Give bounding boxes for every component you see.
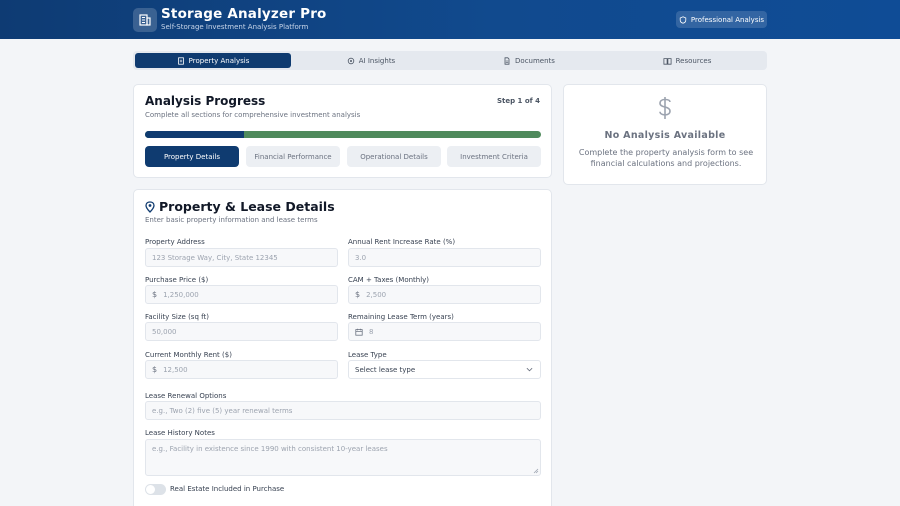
professional-analysis-button[interactable]: Professional Analysis — [676, 11, 767, 28]
progress-title: Analysis Progress — [145, 94, 266, 108]
shield-icon — [679, 15, 687, 24]
lease-term-input[interactable]: 8 — [348, 322, 541, 341]
facility-size-placeholder: 50,000 — [152, 327, 177, 336]
form-title: Property & Lease Details — [159, 199, 335, 214]
step-property-details[interactable]: Property Details — [145, 146, 239, 167]
cam-taxes-input[interactable]: $ 2,500 — [348, 285, 541, 304]
book-icon — [663, 57, 672, 65]
dollar-prefix-icon: $ — [152, 365, 158, 374]
dollar-icon — [564, 96, 766, 126]
rent-increase-label: Annual Rent Increase Rate (%) — [348, 238, 456, 246]
purchase-price-input[interactable]: $ 1,250,000 — [145, 285, 338, 304]
step-indicator: Step 1 of 4 — [496, 97, 540, 105]
lease-history-label: Lease History Notes — [145, 429, 215, 437]
property-lease-form: Property & Lease Details Enter basic pro… — [133, 189, 552, 506]
lease-history-textarea[interactable]: e.g., Facility in existence since 1990 w… — [145, 439, 541, 476]
tab-ai-insights[interactable]: AI Insights — [293, 53, 449, 68]
calendar-icon — [355, 328, 363, 336]
lease-type-select[interactable]: Select lease type — [348, 360, 541, 379]
progress-bar-fill — [145, 131, 244, 138]
tab-resources[interactable]: Resources — [609, 53, 765, 68]
no-analysis-title: No Analysis Available — [604, 130, 726, 141]
map-pin-icon — [145, 200, 155, 213]
dollar-prefix-icon: $ — [152, 290, 158, 299]
resize-handle-icon[interactable] — [533, 468, 539, 474]
main-tabs: Property Analysis AI Insights Documents … — [133, 51, 767, 70]
brain-icon — [347, 57, 354, 64]
tab-label: Resources — [675, 56, 712, 65]
property-address-placeholder: 123 Storage Way, City, State 12345 — [152, 253, 278, 262]
chevron-down-icon — [526, 367, 533, 372]
step-financial-performance[interactable]: Financial Performance — [246, 146, 340, 167]
real-estate-label: Real Estate Included in Purchase — [170, 485, 285, 493]
dollar-prefix-icon: $ — [355, 290, 361, 299]
building-icon — [133, 8, 157, 32]
tab-property-analysis[interactable]: Property Analysis — [135, 53, 291, 68]
step-operational-details[interactable]: Operational Details — [347, 146, 441, 167]
lease-term-label: Remaining Lease Term (years) — [348, 313, 454, 321]
lease-term-placeholder: 8 — [369, 327, 374, 336]
progress-bar — [145, 131, 541, 138]
real-estate-toggle[interactable] — [145, 484, 166, 495]
facility-size-label: Facility Size (sq ft) — [145, 313, 209, 321]
document-icon — [177, 56, 184, 65]
no-analysis-text: Complete the property analysis form to s… — [578, 148, 754, 168]
lease-history-placeholder: e.g., Facility in existence since 1990 w… — [152, 445, 388, 453]
step-investment-criteria[interactable]: Investment Criteria — [447, 146, 541, 167]
monthly-rent-placeholder: 12,500 — [163, 365, 188, 374]
app-subtitle: Self-Storage Investment Analysis Platfor… — [161, 23, 309, 31]
tab-label: Documents — [515, 56, 555, 65]
monthly-rent-input[interactable]: $ 12,500 — [145, 360, 338, 379]
app-title: Storage Analyzer Pro — [161, 6, 327, 22]
tab-documents[interactable]: Documents — [451, 53, 607, 68]
lease-type-value: Select lease type — [355, 365, 416, 374]
progress-subtitle: Complete all sections for comprehensive … — [145, 111, 361, 119]
renewal-options-placeholder: e.g., Two (2) five (5) year renewal term… — [152, 406, 293, 415]
form-title-row: Property & Lease Details — [145, 199, 335, 214]
facility-size-input[interactable]: 50,000 — [145, 322, 338, 341]
renewal-options-label: Lease Renewal Options — [145, 392, 227, 400]
property-address-label: Property Address — [145, 238, 205, 246]
cam-taxes-placeholder: 2,500 — [366, 290, 387, 299]
purchase-price-label: Purchase Price ($) — [145, 276, 209, 284]
cam-taxes-label: CAM + Taxes (Monthly) — [348, 276, 430, 284]
analysis-progress-card: Analysis Progress Complete all sections … — [133, 84, 552, 178]
file-icon — [504, 56, 510, 65]
lease-type-label: Lease Type — [348, 351, 387, 359]
monthly-rent-label: Current Monthly Rent ($) — [145, 351, 232, 359]
tab-label: Property Analysis — [188, 56, 250, 65]
rent-increase-input[interactable]: 3.0 — [348, 248, 541, 267]
renewal-options-input[interactable]: e.g., Two (2) five (5) year renewal term… — [145, 401, 541, 420]
tab-label: AI Insights — [358, 56, 396, 65]
toggle-knob — [146, 485, 155, 494]
form-subtitle: Enter basic property information and lea… — [145, 216, 318, 224]
rent-increase-placeholder: 3.0 — [355, 253, 367, 262]
professional-analysis-label: Professional Analysis — [690, 15, 765, 24]
analysis-results-card: No Analysis Available Complete the prope… — [563, 84, 767, 185]
app-header: Storage Analyzer Pro Self-Storage Invest… — [0, 0, 900, 39]
property-address-input[interactable]: 123 Storage Way, City, State 12345 — [145, 248, 338, 267]
purchase-price-placeholder: 1,250,000 — [163, 290, 199, 299]
